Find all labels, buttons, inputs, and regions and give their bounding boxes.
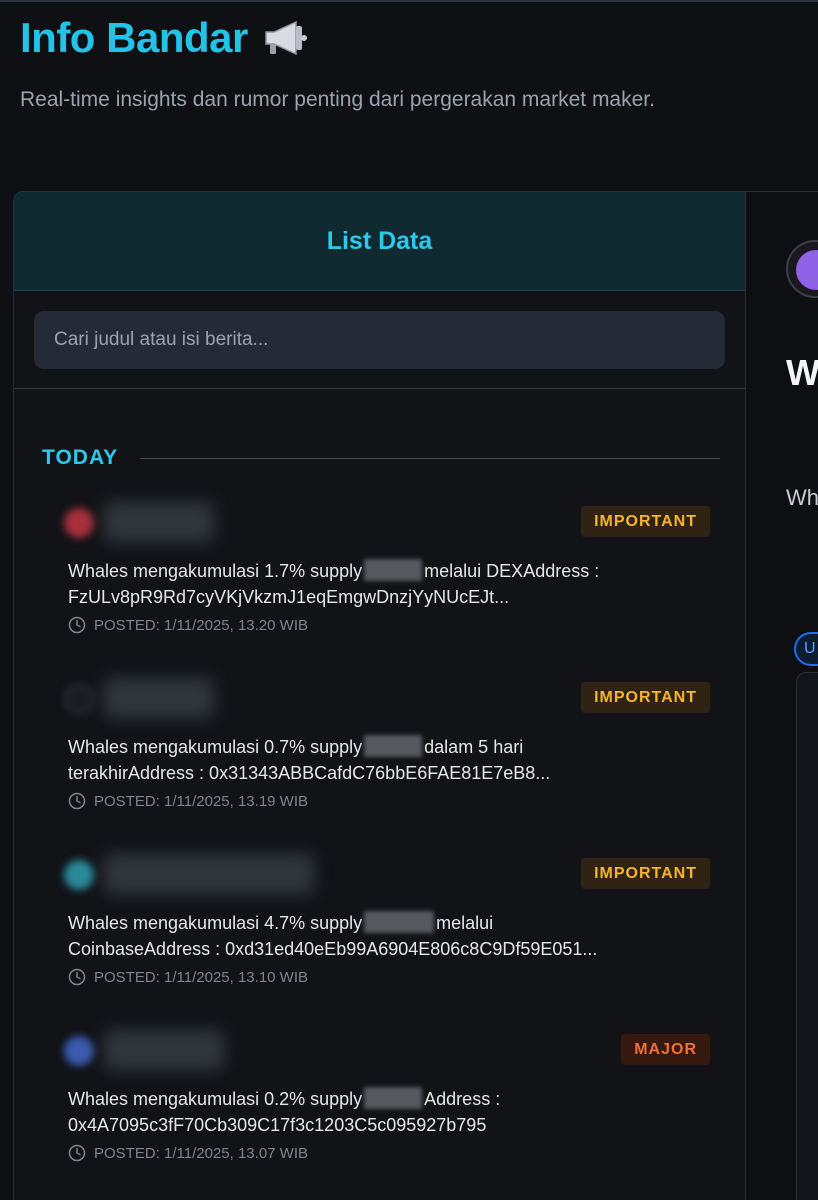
item-text-part: Whales mengakumulasi 4.7% supply xyxy=(68,913,363,933)
item-text-address: CoinbaseAddress : 0xd31ed40eEb99A6904E80… xyxy=(68,939,598,959)
search-bar xyxy=(14,291,745,389)
list-item[interactable]: IMPORTANT Whales mengakumulasi 4.7% supp… xyxy=(54,848,710,998)
page-subtitle: Real-time insights dan rumor penting dar… xyxy=(20,88,655,111)
search-input[interactable] xyxy=(34,311,725,369)
list-panel: List Data TODAY IMPORTANT Whales mengaku… xyxy=(13,191,746,1200)
token-logo xyxy=(786,240,818,298)
page-title-text: Info Bandar xyxy=(20,14,248,61)
token-name-redacted xyxy=(104,678,214,718)
token-avatar xyxy=(64,684,94,714)
redacted-token xyxy=(364,559,423,581)
item-text-address: FzULv8pR9Rd7cyVKjVkzmJ1eqEmgwDnzjYyNUcEJ… xyxy=(68,587,510,607)
posted-label: POSTED: 1/11/2025, 13.10 WIB xyxy=(94,968,308,986)
page: Info Bandar Real-time insights dan rumor… xyxy=(0,0,818,1200)
item-text-address: 0x4A7095c3fF70Cb309C17f3c1203C5c095927b7… xyxy=(68,1115,487,1135)
redacted-token xyxy=(364,1087,423,1109)
item-text-part: dalam 5 hari xyxy=(424,737,524,757)
posted-label: POSTED: 1/11/2025, 13.07 WIB xyxy=(94,1144,308,1162)
item-text-address: terakhirAddress : 0x31343ABBCafdC76bbE6F… xyxy=(68,763,551,783)
token-name-redacted xyxy=(104,502,214,542)
item-text: Whales mengakumulasi 0.2% supply Address … xyxy=(68,1086,698,1138)
item-text-part: melalui xyxy=(436,913,494,933)
posted-label: POSTED: 1/11/2025, 13.20 WIB xyxy=(94,616,308,634)
detail-card xyxy=(796,672,818,1200)
clock-icon xyxy=(68,968,86,986)
item-text-part: Whales mengakumulasi 0.2% supply xyxy=(68,1089,363,1109)
item-text: Whales mengakumulasi 4.7% supply melalui … xyxy=(68,910,698,962)
redacted-token xyxy=(364,911,435,933)
item-text: Whales mengakumulasi 1.7% supply melalui … xyxy=(68,558,698,610)
list-panel-title: List Data xyxy=(326,226,433,255)
token-avatar xyxy=(64,1036,94,1066)
megaphone-icon xyxy=(265,20,307,56)
posted-time: POSTED: 1/11/2025, 13.19 WIB xyxy=(68,792,308,810)
section-divider xyxy=(140,457,720,459)
posted-time: POSTED: 1/11/2025, 13.20 WIB xyxy=(68,616,308,634)
clock-icon xyxy=(68,1144,86,1162)
top-divider xyxy=(0,0,818,2)
posted-label: POSTED: 1/11/2025, 13.19 WIB xyxy=(94,792,308,810)
token-name-redacted xyxy=(104,854,314,894)
section-header-today: TODAY xyxy=(42,446,720,470)
detail-chip[interactable]: U xyxy=(794,632,818,666)
item-text-part: melalui DEXAddress : xyxy=(424,561,600,581)
page-title: Info Bandar xyxy=(20,14,310,62)
detail-heading: W m xyxy=(786,352,818,393)
item-text-part: Whales mengakumulasi 1.7% supply xyxy=(68,561,363,581)
status-badge: IMPORTANT xyxy=(581,858,710,889)
clock-icon xyxy=(68,616,86,634)
clock-icon xyxy=(68,792,86,810)
item-text-part: Address : xyxy=(424,1089,501,1109)
status-badge: IMPORTANT xyxy=(581,682,710,713)
list-item[interactable]: MAJOR Whales mengakumulasi 0.2% supply Ad… xyxy=(54,1024,710,1174)
status-badge: IMPORTANT xyxy=(581,506,710,537)
detail-text: Wh xyxy=(786,485,818,510)
token-avatar xyxy=(64,860,94,890)
section-label: TODAY xyxy=(42,446,119,469)
list-item[interactable]: IMPORTANT Whales mengakumulasi 1.7% supp… xyxy=(54,496,710,646)
token-name-redacted xyxy=(104,1030,224,1070)
token-avatar xyxy=(64,508,94,538)
posted-time: POSTED: 1/11/2025, 13.07 WIB xyxy=(68,1144,308,1162)
item-text: Whales mengakumulasi 0.7% supply dalam 5 … xyxy=(68,734,698,786)
status-badge: MAJOR xyxy=(621,1034,710,1065)
posted-time: POSTED: 1/11/2025, 13.10 WIB xyxy=(68,968,308,986)
item-text-part: Whales mengakumulasi 0.7% supply xyxy=(68,737,363,757)
detail-panel: W m Wh U xyxy=(746,191,818,1200)
redacted-token xyxy=(364,735,423,757)
list-panel-header: List Data xyxy=(14,192,745,291)
list-item[interactable]: IMPORTANT Whales mengakumulasi 0.7% supp… xyxy=(54,672,710,822)
